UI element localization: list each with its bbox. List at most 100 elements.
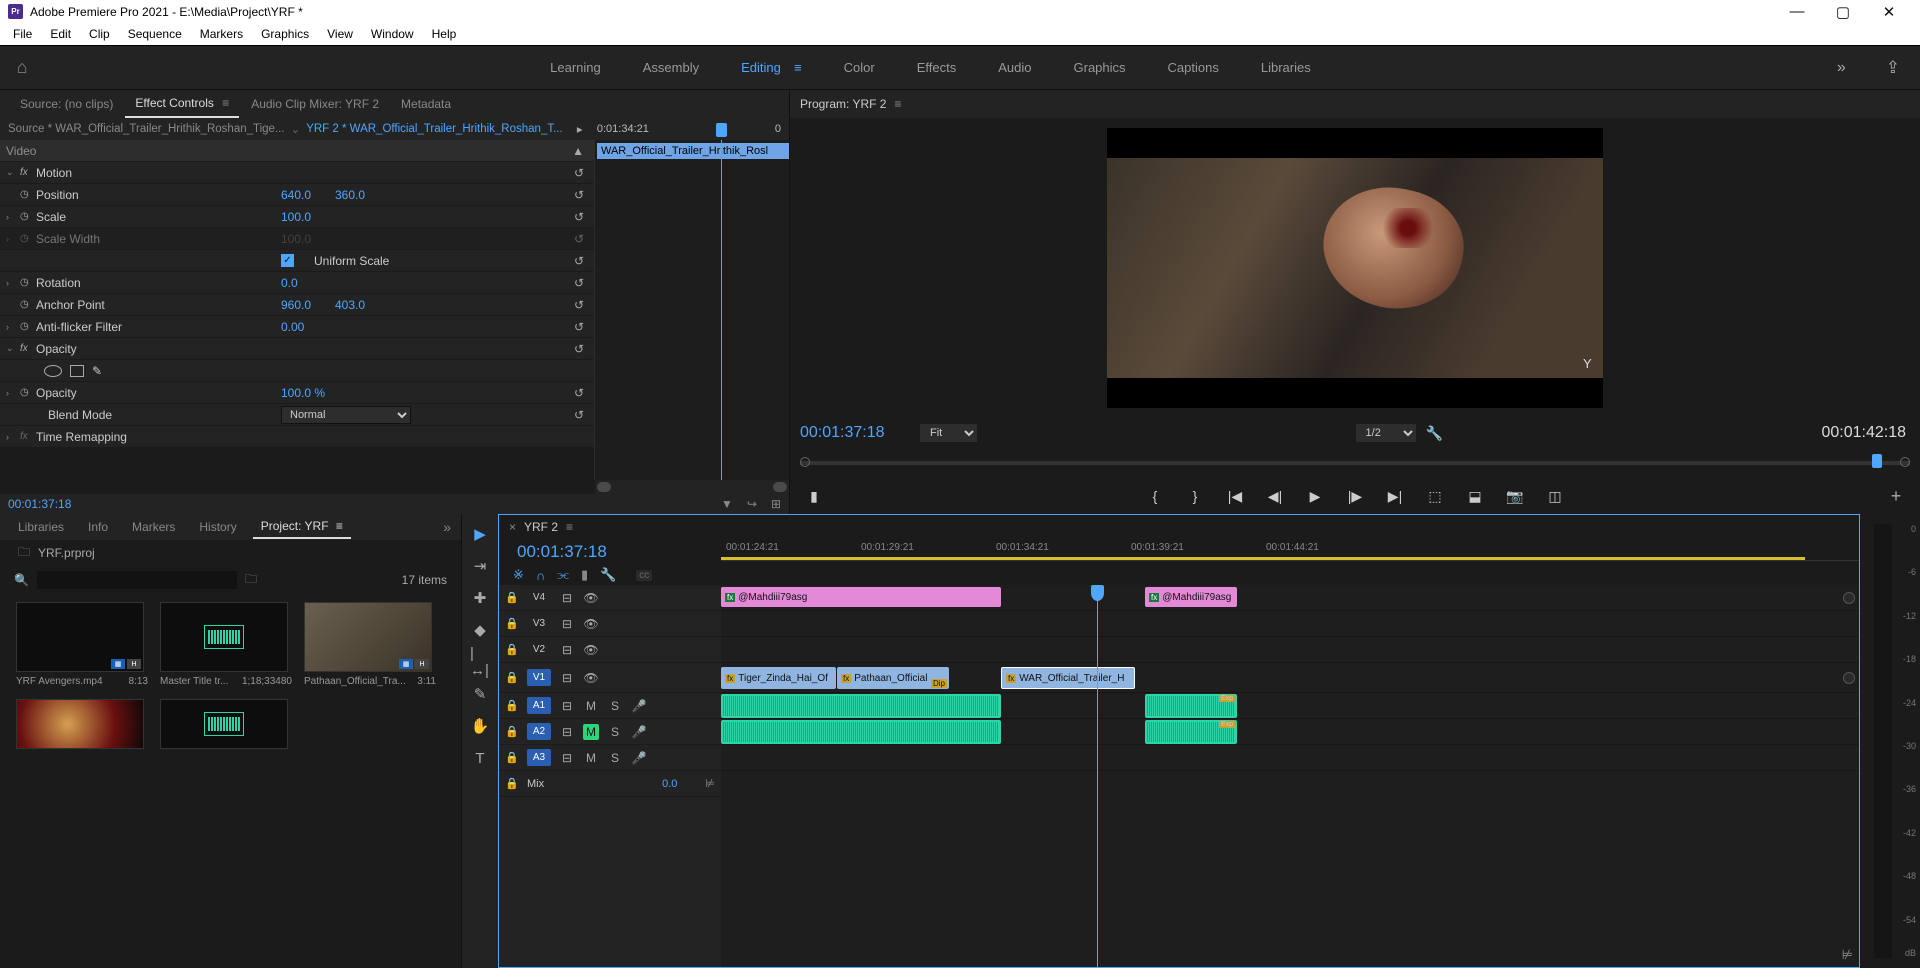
reset-icon[interactable] — [451, 386, 588, 400]
tab-history[interactable]: History — [191, 516, 244, 538]
collapse-icon[interactable]: ⊭ — [705, 777, 715, 790]
overflow-icon[interactable]: » — [443, 519, 451, 535]
stopwatch-icon[interactable]: ◷ — [20, 387, 32, 398]
menu-graphics[interactable]: Graphics — [252, 27, 318, 41]
stopwatch-icon[interactable]: ◷ — [20, 189, 32, 200]
collapse-icon[interactable]: ⌄ — [6, 343, 16, 354]
track-visibility-icon[interactable]: 👁 — [583, 616, 599, 632]
fx-badge-icon[interactable]: fx — [20, 431, 32, 442]
marker-icon[interactable]: ▮ — [804, 488, 824, 505]
opacity-value[interactable]: 100.0 % — [281, 386, 325, 400]
reset-icon[interactable] — [451, 320, 588, 334]
go-to-out-icon[interactable]: ▶| — [1385, 488, 1405, 505]
track-v1-lane[interactable]: fxTiger_Zinda_Hai_Of fxPathaan_OfficialD… — [721, 663, 1859, 693]
settings-icon[interactable]: 🔧 — [1426, 425, 1443, 442]
hand-tool-icon[interactable]: ✋ — [470, 716, 490, 736]
lock-icon[interactable]: 🔒 — [505, 777, 519, 790]
tab-metadata[interactable]: Metadata — [391, 91, 461, 117]
timeline-clip[interactable]: fxTiger_Zinda_Hai_Of — [721, 667, 836, 689]
timeline-audio-clip[interactable] — [721, 694, 1001, 718]
fx-badge-icon[interactable]: fx — [20, 167, 32, 178]
reset-icon[interactable] — [451, 254, 588, 268]
timeline-audio-clip[interactable]: Exp — [1145, 694, 1237, 718]
comparison-icon[interactable]: ◫ — [1545, 488, 1565, 505]
track-output-icon[interactable]: ⊟ — [559, 750, 575, 766]
linked-selection-icon[interactable]: ⫘ — [557, 567, 569, 583]
solo-icon[interactable]: S — [607, 724, 623, 740]
search-input[interactable] — [37, 571, 237, 589]
track-v3[interactable]: V3 — [527, 615, 551, 632]
track-output-icon[interactable]: ⊟ — [559, 616, 575, 632]
track-output-icon[interactable]: ⊟ — [559, 642, 575, 658]
lock-icon[interactable]: 🔒 — [505, 671, 519, 684]
timeline-timecode[interactable]: 00:01:37:18 — [499, 539, 721, 565]
uniform-scale-checkbox[interactable]: ✓ — [281, 254, 294, 267]
tab-markers[interactable]: Markers — [124, 516, 183, 538]
track-a3-lane[interactable] — [721, 745, 1859, 771]
tab-audio-clip-mixer[interactable]: Audio Clip Mixer: YRF 2 — [241, 91, 389, 117]
anchor-y[interactable]: 403.0 — [335, 298, 375, 312]
razor-tool-icon[interactable]: ◆ — [470, 620, 490, 640]
menu-sequence[interactable]: Sequence — [119, 27, 191, 41]
track-output-icon[interactable]: ⊟ — [559, 590, 575, 606]
track-visibility-icon[interactable]: 👁 — [583, 642, 599, 658]
voice-icon[interactable]: 🎤 — [631, 724, 647, 740]
mute-icon[interactable]: M — [583, 750, 599, 766]
timeline-clip[interactable]: fx@Mahdiii79asg — [721, 587, 1001, 607]
slip-tool-icon[interactable]: |↔| — [470, 652, 490, 672]
expand-icon[interactable]: › — [6, 322, 16, 332]
menu-edit[interactable]: Edit — [41, 27, 80, 41]
timeline-playhead[interactable] — [1097, 585, 1098, 967]
project-item[interactable]: ▦H Pathaan_Official_Tra...3:11 — [304, 602, 436, 687]
workspace-color[interactable]: Color — [842, 56, 877, 79]
expand-icon[interactable]: › — [6, 388, 16, 398]
workspace-captions[interactable]: Captions — [1166, 56, 1221, 79]
menu-file[interactable]: File — [4, 27, 41, 41]
tab-source[interactable]: Source: (no clips) — [10, 91, 123, 117]
track-v3-lane[interactable] — [721, 611, 1859, 637]
timeline-canvas[interactable]: fx@Mahdiii79asg fx@Mahdiii79asg fxTiger_… — [721, 585, 1859, 967]
program-timecode-left[interactable]: 00:01:37:18 — [800, 424, 910, 442]
lock-icon[interactable]: 🔒 — [505, 591, 519, 604]
tab-libraries[interactable]: Libraries — [10, 516, 72, 538]
track-a2-lane[interactable]: Exp — [721, 719, 1859, 745]
position-y[interactable]: 360.0 — [335, 188, 375, 202]
track-a3[interactable]: A3 — [527, 749, 551, 766]
timeline-clip[interactable]: fxPathaan_OfficialDip — [837, 667, 949, 689]
selection-tool-icon[interactable]: ▶ — [470, 524, 490, 544]
workspace-assembly[interactable]: Assembly — [641, 56, 701, 79]
play-icon[interactable]: ▸ — [577, 122, 583, 136]
project-item[interactable]: ▦H YRF Avengers.mp48:13 — [16, 602, 148, 687]
program-scrubber[interactable] — [800, 452, 1910, 474]
track-a1-lane[interactable]: Exp — [721, 693, 1859, 719]
sequence-tab[interactable]: YRF 2 — [524, 520, 558, 534]
panel-menu-icon[interactable]: ≡ — [219, 96, 229, 110]
bypass-icon[interactable]: ↪ — [747, 497, 757, 511]
program-tab[interactable]: Program: YRF 2 — [800, 97, 886, 111]
expand-icon[interactable]: › — [6, 432, 16, 442]
program-monitor[interactable]: Y — [790, 118, 1920, 418]
workspace-overflow-icon[interactable]: » — [1817, 59, 1866, 77]
timeline-clip-selected[interactable]: fxWAR_Official_Trailer_H — [1001, 667, 1135, 689]
mark-out-icon[interactable]: } — [1185, 488, 1205, 504]
timeline-audio-clip[interactable] — [721, 720, 1001, 744]
workspace-effects[interactable]: Effects — [915, 56, 959, 79]
workspace-menu-icon[interactable]: ≡ — [787, 60, 802, 75]
bin-icon[interactable]: 🗀 — [245, 570, 257, 591]
track-output-icon[interactable]: ⊟ — [559, 724, 575, 740]
expand-icon[interactable]: › — [6, 278, 16, 288]
workspace-libraries[interactable]: Libraries — [1259, 56, 1313, 79]
type-tool-icon[interactable]: T — [470, 748, 490, 768]
ec-toggle-icon[interactable]: ▲ — [281, 144, 588, 158]
mix-value[interactable]: 0.0 — [662, 778, 677, 790]
settings-icon[interactable]: 🔧 — [600, 567, 616, 583]
mark-in-icon[interactable]: { — [1145, 488, 1165, 504]
anchor-x[interactable]: 960.0 — [281, 298, 321, 312]
program-playhead[interactable] — [1872, 454, 1882, 468]
chevron-down-icon[interactable]: ⌄ — [291, 122, 301, 136]
track-output-icon[interactable]: ⊟ — [559, 698, 575, 714]
mute-icon[interactable]: M — [583, 698, 599, 714]
workspace-editing[interactable]: Editing ≡ — [739, 56, 804, 79]
solo-icon[interactable]: S — [607, 698, 623, 714]
work-area-bar[interactable] — [721, 557, 1805, 560]
